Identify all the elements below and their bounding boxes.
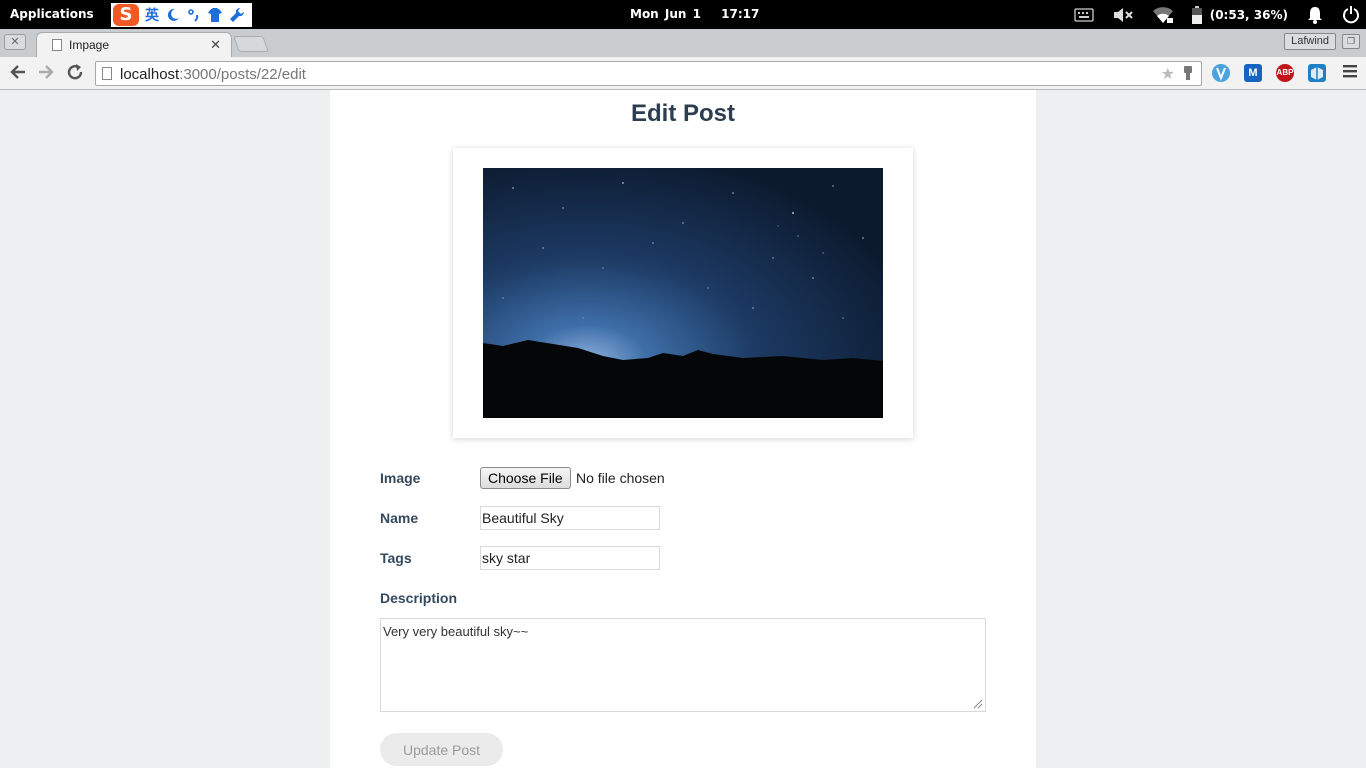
m-extension-icon[interactable]: M (1244, 64, 1262, 82)
wrench-icon[interactable] (229, 7, 245, 23)
browser-tab-strip: ✕ Impage ✕ Lafwind ❐ (0, 29, 1366, 57)
keyboard-icon[interactable] (1074, 7, 1094, 23)
tags-input[interactable] (480, 546, 660, 570)
profile-button[interactable]: Lafwind (1284, 33, 1336, 50)
tab-title: Impage (69, 38, 110, 52)
page-favicon-icon (52, 39, 62, 51)
punctuation-icon[interactable] (187, 7, 201, 23)
chrome-menu-icon[interactable] (1342, 63, 1358, 84)
clock-date: Mon Jun 1 (630, 7, 701, 21)
skin-shirt-icon[interactable] (207, 7, 223, 23)
notification-bell-icon[interactable] (1306, 6, 1324, 24)
resize-handle-icon[interactable] (973, 699, 983, 709)
input-method-toolbar[interactable]: S 英 (111, 3, 252, 27)
new-tab-button[interactable] (233, 36, 269, 52)
tab-close-icon[interactable]: ✕ (210, 37, 221, 53)
address-bar[interactable]: localhost:3000/posts/22/edit ★ (95, 61, 1202, 86)
browser-toolbar: localhost:3000/posts/22/edit ★ M ABP (0, 57, 1366, 90)
page-title: Edit Post (630, 100, 735, 127)
description-textarea[interactable]: Very very beautiful sky~~ (380, 618, 986, 712)
wifi-icon[interactable] (1152, 6, 1174, 24)
window-restore-icon[interactable]: ❐ (1342, 34, 1360, 49)
window-close-icon[interactable]: ✕ (4, 34, 26, 50)
reload-icon[interactable] (66, 63, 84, 85)
volume-muted-icon[interactable] (1112, 7, 1134, 23)
bookmark-star-icon[interactable]: ★ (1161, 64, 1175, 84)
post-image (483, 168, 883, 418)
update-post-button[interactable]: Update Post (380, 733, 503, 766)
description-label: Description (380, 590, 458, 606)
battery-icon (1191, 5, 1202, 24)
page-info-icon[interactable] (102, 67, 112, 80)
sogou-logo-icon[interactable]: S (113, 4, 139, 26)
battery-status: (0:53, 36%) (1209, 7, 1288, 22)
cube-extension-icon[interactable] (1308, 64, 1326, 82)
ime-mode-toggle[interactable]: 英 (145, 5, 159, 25)
vimium-extension-icon[interactable] (1212, 64, 1230, 82)
power-menu-icon[interactable] (1342, 5, 1360, 24)
name-label: Name (380, 510, 419, 526)
image-preview-card (453, 148, 913, 438)
keyhole-extension-icon[interactable] (1183, 65, 1193, 84)
url-path: :3000/posts/22/edit (179, 66, 306, 83)
system-top-bar: Applications S 英 Mon Jun 1 17:17 (0:53, … (0, 0, 1366, 29)
url-host: localhost (120, 66, 180, 83)
choose-file-button[interactable]: Choose File (480, 467, 571, 489)
forward-arrow-icon[interactable] (37, 63, 55, 85)
adblock-plus-icon[interactable]: ABP (1276, 64, 1294, 82)
url-text: localhost:3000/posts/22/edit (120, 66, 306, 83)
edit-post-panel: Edit Post Image Choose File No file chos… (330, 90, 1036, 768)
clock[interactable]: Mon Jun 1 17:17 (630, 7, 759, 21)
image-label: Image (380, 470, 421, 486)
back-arrow-icon[interactable] (9, 63, 27, 85)
battery-indicator[interactable]: (0:53, 36%) (1191, 5, 1288, 24)
moon-icon[interactable] (165, 7, 181, 23)
name-input[interactable] (480, 506, 660, 530)
applications-menu[interactable]: Applications (10, 7, 94, 21)
clock-time: 17:17 (721, 7, 760, 21)
tab-impage[interactable]: Impage ✕ (36, 32, 232, 57)
file-status-text: No file chosen (576, 470, 665, 486)
system-tray: (0:53, 36%) (1074, 0, 1366, 29)
tags-label: Tags (380, 550, 412, 566)
